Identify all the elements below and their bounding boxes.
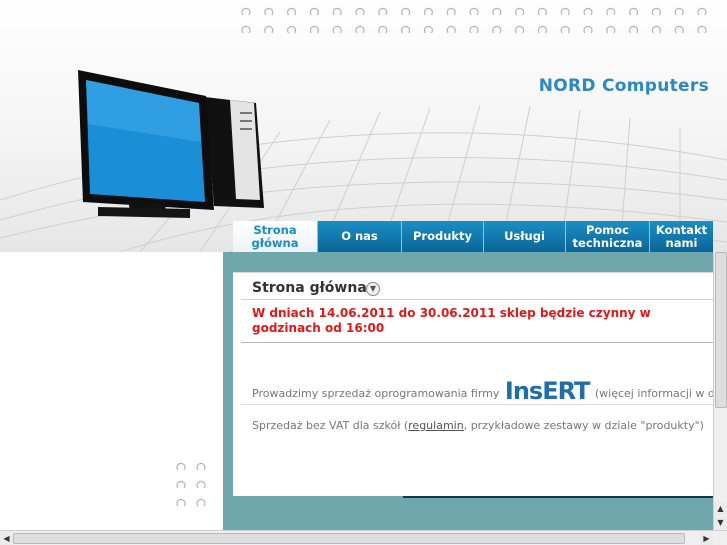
- nav-item-label: Strona główna: [251, 222, 299, 250]
- arrow-up-icon[interactable]: ▲: [714, 502, 727, 515]
- dot-decoration: [515, 25, 525, 34]
- dot-decoration: [264, 7, 274, 16]
- nav-item-5[interactable]: Kontakt nami: [649, 221, 713, 252]
- nav-item-label: Pomoc techniczna: [572, 222, 643, 250]
- dot-decoration: [446, 7, 456, 16]
- vertical-scrollbar[interactable]: ▲ ▼: [713, 252, 727, 530]
- dot-decoration: [469, 25, 479, 34]
- nav-item-label: Kontakt nami: [655, 222, 708, 250]
- vertical-scroll-thumb[interactable]: [715, 252, 727, 408]
- dot-decoration: [560, 25, 570, 34]
- arrow-down-icon[interactable]: ▼: [714, 516, 727, 529]
- nav-item-label: Produkty: [412, 229, 473, 243]
- dot-decoration: [241, 25, 251, 34]
- nav-item-label: Usługi: [504, 229, 545, 243]
- notice-text: W dniach 14.06.2011 do 30.06.2011 sklep …: [252, 306, 651, 335]
- dot-decoration: [378, 25, 388, 34]
- nav-item-label: O nas: [341, 229, 378, 243]
- brand-title: NORD Computers: [538, 76, 709, 96]
- header-graphic: [0, 7, 727, 252]
- dot-decoration: [196, 498, 206, 507]
- dot-decoration: [332, 7, 342, 16]
- dot-decoration: [697, 7, 707, 16]
- dot-decoration: [176, 462, 186, 471]
- dot-decoration: [697, 25, 707, 34]
- nav-item-4[interactable]: Pomoc techniczna: [565, 221, 649, 252]
- horizontal-scroll-thumb[interactable]: [13, 533, 685, 544]
- insert-logo[interactable]: InsERT: [505, 377, 590, 405]
- panel-footer-strip: [403, 496, 713, 498]
- vat-text-before: Sprzedaż bez VAT dla szkół (: [252, 419, 409, 432]
- dot-pattern-top: [241, 7, 707, 34]
- divider: [241, 404, 713, 405]
- main-nav: Strona główna O nas Produkty Usługi Pomoc te…: [233, 221, 713, 252]
- dot-decoration: [560, 7, 570, 16]
- insert-text-before: Prowadzimy sprzedaż oprogramowania firmy: [252, 387, 500, 400]
- nav-item-1[interactable]: O nas: [317, 221, 401, 252]
- dot-decoration: [492, 7, 502, 16]
- dot-decoration: [355, 25, 365, 34]
- dot-decoration: [583, 7, 593, 16]
- dot-decoration: [355, 7, 365, 16]
- content-panel: Strona główna ▼ W dniach 14.06.2011 do 3…: [233, 272, 727, 496]
- arrow-left-icon[interactable]: ◀: [0, 532, 13, 545]
- dot-decoration: [629, 25, 639, 34]
- dot-decoration: [401, 7, 411, 16]
- regulamin-link[interactable]: regulamin: [408, 419, 464, 432]
- dot-decoration: [651, 25, 661, 34]
- dot-decoration: [651, 7, 661, 16]
- insert-text-after: (więcej informacji w dzia: [594, 387, 727, 400]
- dot-decoration: [423, 25, 433, 34]
- vat-info: Sprzedaż bez VAT dla szkół (regulamin, p…: [252, 419, 704, 432]
- dot-decoration: [606, 25, 616, 34]
- insert-info: Prowadzimy sprzedaż oprogramowania firmy…: [252, 377, 727, 405]
- nav-item-2[interactable]: Produkty: [401, 221, 483, 252]
- dot-decoration: [176, 498, 186, 507]
- dot-decoration: [309, 25, 319, 34]
- dot-decoration: [176, 480, 186, 489]
- dot-decoration: [241, 7, 251, 16]
- dot-decoration: [423, 7, 433, 16]
- chevron-down-icon[interactable]: ▼: [366, 282, 380, 296]
- dot-decoration: [674, 7, 684, 16]
- dot-decoration: [401, 25, 411, 34]
- dot-decoration: [196, 480, 206, 489]
- dot-decoration: [264, 25, 274, 34]
- divider: [241, 342, 713, 343]
- vat-text-after: , przykładowe zestawy w dziale "produkty…: [463, 419, 704, 432]
- site-header: NORD Computers: [0, 0, 727, 252]
- dot-decoration: [515, 7, 525, 16]
- arrow-right-icon[interactable]: ▶: [700, 532, 713, 545]
- dot-decoration: [537, 25, 547, 34]
- nav-item-0[interactable]: Strona główna: [233, 221, 317, 252]
- dot-decoration: [378, 7, 388, 16]
- dot-pattern-bottom: [176, 462, 206, 507]
- divider: [241, 299, 713, 300]
- dot-decoration: [606, 7, 616, 16]
- dot-decoration: [287, 7, 297, 16]
- page-title: Strona główna: [252, 280, 367, 296]
- dot-decoration: [492, 25, 502, 34]
- dot-decoration: [629, 7, 639, 16]
- dot-decoration: [537, 7, 547, 16]
- dot-decoration: [287, 25, 297, 34]
- dot-decoration: [674, 25, 684, 34]
- dot-decoration: [469, 7, 479, 16]
- nav-item-3[interactable]: Usługi: [483, 221, 565, 252]
- dot-decoration: [332, 25, 342, 34]
- computer-illustration: [78, 70, 264, 218]
- dot-decoration: [583, 25, 593, 34]
- dot-decoration: [196, 462, 206, 471]
- dot-decoration: [309, 7, 319, 16]
- horizontal-scrollbar[interactable]: ◀ ▶: [0, 530, 727, 545]
- dot-decoration: [446, 25, 456, 34]
